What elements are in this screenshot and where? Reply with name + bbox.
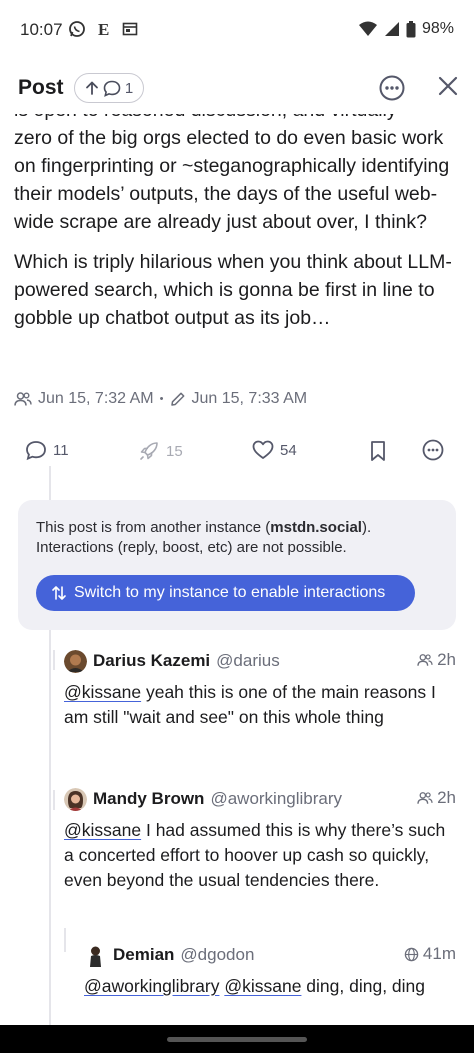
notice-text: This post is from another instance (mstd… xyxy=(36,519,372,556)
reply-item[interactable]: Mandy Brown @aworkinglibrary 2h @kissane… xyxy=(64,786,456,893)
reply-item[interactable]: Darius Kazemi @darius 2h @kissane yeah t… xyxy=(64,648,456,730)
boost-button[interactable]: 15 xyxy=(138,440,183,462)
swap-arrows-icon xyxy=(52,586,66,600)
reply-text: @kissane I had assumed this is why there… xyxy=(64,820,446,890)
rocket-boost-icon xyxy=(140,442,158,460)
mention-link[interactable]: @kissane xyxy=(64,682,141,702)
favorite-count-label: 54 xyxy=(280,441,297,459)
reply-author-name[interactable]: Mandy Brown xyxy=(93,789,204,809)
calendar-icon xyxy=(122,22,138,36)
globe-icon xyxy=(404,947,419,961)
svg-text:E: E xyxy=(98,20,109,38)
more-options-icon[interactable] xyxy=(378,74,406,102)
instance-notice: This post is from another instance (mstd… xyxy=(18,500,456,630)
e-app-icon: E xyxy=(98,20,109,38)
arrow-up-icon xyxy=(85,81,98,95)
reply-thread-line xyxy=(53,650,55,670)
reply-count-label: 11 xyxy=(53,442,69,459)
status-bar: 10:07 E 98% xyxy=(0,0,474,62)
reply-icon xyxy=(26,441,46,461)
mention-link[interactable]: @kissane xyxy=(64,820,141,840)
meta-separator: • xyxy=(159,393,164,405)
reply-time: 2h xyxy=(437,788,456,807)
reply-text: @kissane yeah this is one of the main re… xyxy=(64,682,436,727)
post-timestamp[interactable]: Jun 15, 7:32 AM xyxy=(38,390,154,408)
reply-thread-line xyxy=(53,790,55,810)
reply-button[interactable]: 11 xyxy=(25,440,69,461)
wifi-icon xyxy=(358,21,377,36)
reply-time: 41m xyxy=(422,944,456,963)
reply-text: @aworkinglibrary @kissane ding, ding, di… xyxy=(84,976,426,996)
reply-thread-line xyxy=(64,928,66,952)
post-paragraph-2: Which is triply hilarious when you think… xyxy=(14,251,452,329)
battery-level: 98% xyxy=(421,20,454,37)
reply-thread-line xyxy=(49,630,51,1030)
battery-icon xyxy=(406,20,416,37)
whatsapp-icon xyxy=(69,21,85,37)
post-content: is open to reasoned discussion, and virt… xyxy=(14,114,454,344)
avatar[interactable] xyxy=(64,649,87,673)
switch-instance-button[interactable]: Switch to my instance to enable interact… xyxy=(36,575,415,611)
close-icon[interactable] xyxy=(436,74,460,98)
reply-author-handle[interactable]: @dgodon xyxy=(180,945,254,965)
mention-link[interactable]: @kissane xyxy=(224,976,301,996)
status-time: 10:07 xyxy=(20,20,63,39)
mention-link[interactable]: @aworkinglibrary xyxy=(84,976,219,996)
reply-author-handle[interactable]: @aworkinglibrary xyxy=(210,789,342,809)
thread-context-pill[interactable]: 1 xyxy=(74,73,144,103)
switch-instance-label: Switch to my instance to enable interact… xyxy=(74,584,386,601)
comment-icon xyxy=(103,80,121,97)
edit-pencil-icon xyxy=(170,392,184,406)
followers-visibility-icon xyxy=(14,392,32,406)
instance-name: mstdn.social xyxy=(270,519,362,536)
post-partial-line: is open to reasoned discussion, and virt… xyxy=(14,114,454,124)
gesture-handle[interactable] xyxy=(167,1037,307,1042)
favorite-button[interactable]: 54 xyxy=(252,440,297,460)
reply-count: 1 xyxy=(124,79,134,97)
bookmark-icon[interactable] xyxy=(369,440,387,462)
reply-time: 2h xyxy=(437,650,456,669)
post-more-icon[interactable] xyxy=(422,439,444,461)
avatar[interactable] xyxy=(84,943,107,967)
reply-author-name[interactable]: Demian xyxy=(113,945,174,965)
post-meta: Jun 15, 7:32 AM • Jun 15, 7:33 AM xyxy=(14,390,307,408)
post-actions: 11 15 54 xyxy=(0,436,474,466)
signal-icon xyxy=(384,22,399,36)
page-title: Post xyxy=(18,76,64,99)
reply-author-handle[interactable]: @darius xyxy=(216,651,280,671)
boost-count-label: 15 xyxy=(166,442,183,460)
reply-item[interactable]: Demian @dgodon 41m @aworkinglibrary @kis… xyxy=(84,942,456,999)
avatar[interactable] xyxy=(64,787,87,811)
post-paragraph-1: zero of the big orgs elected to do even … xyxy=(14,127,450,233)
reply-author-name[interactable]: Darius Kazemi xyxy=(93,651,210,671)
post-header: Post 1 xyxy=(0,62,474,114)
heart-icon xyxy=(252,440,274,459)
followers-visibility-icon xyxy=(417,654,433,666)
followers-visibility-icon xyxy=(417,792,433,804)
edited-timestamp[interactable]: Jun 15, 7:33 AM xyxy=(192,390,308,408)
